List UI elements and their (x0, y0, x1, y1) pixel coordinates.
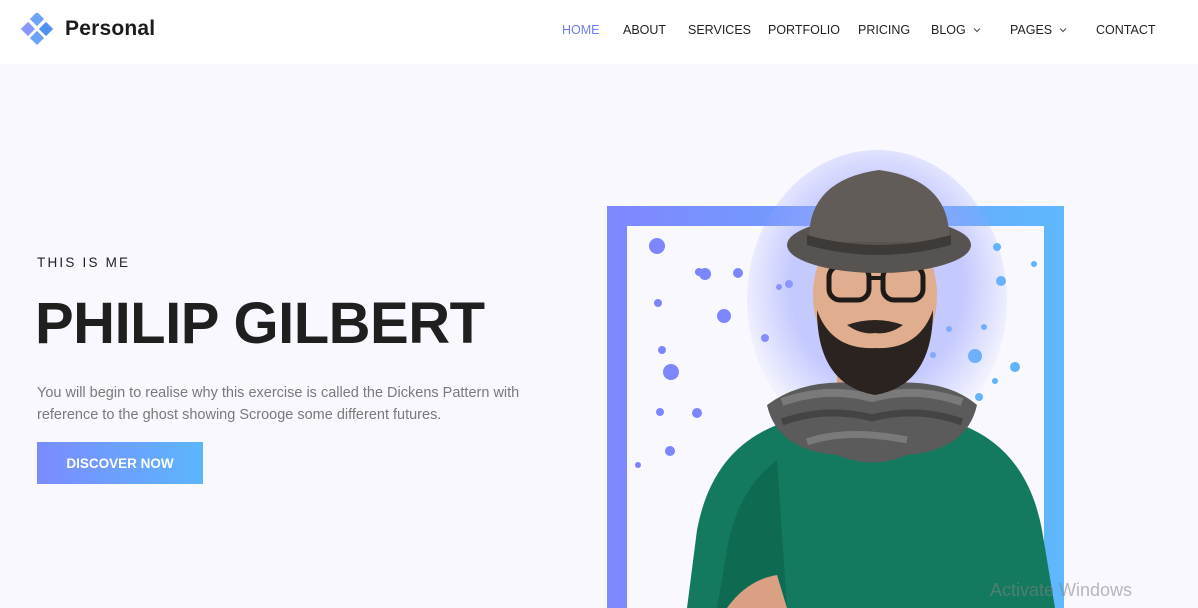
chevron-down-icon (1059, 28, 1067, 33)
portrait-image (687, 150, 1055, 608)
activate-windows-watermark: Activate Windows (990, 580, 1133, 600)
nav-item-portfolio[interactable]: PORTFOLIO (768, 23, 840, 37)
hero-title: PHILIP GILBERT (35, 291, 485, 356)
nav-item-pricing[interactable]: PRICING (858, 23, 910, 37)
nav-item-blog-label: BLOG (931, 23, 966, 37)
hero-description: You will begin to realise why this exerc… (37, 385, 520, 423)
hero-eyebrow: THIS IS ME (37, 255, 131, 270)
nav-item-home[interactable]: HOME (562, 23, 600, 37)
nav-item-contact[interactable]: CONTACT (1096, 23, 1156, 37)
nav-item-pages[interactable]: PAGES (1010, 23, 1067, 37)
main-nav: HOME ABOUT SERVICES PORTFOLIO PRICING BL… (0, 23, 1198, 43)
discover-now-button[interactable]: DISCOVER NOW (37, 442, 203, 484)
nav-item-services[interactable]: SERVICES (688, 23, 751, 37)
nav-item-about[interactable]: ABOUT (623, 23, 666, 37)
nav-item-blog[interactable]: BLOG (931, 23, 981, 37)
nav-item-pages-label: PAGES (1010, 23, 1053, 37)
chevron-down-icon (973, 28, 981, 33)
navbar: Personal HOME ABOUT SERVICES PORTFOLIO P… (0, 0, 1198, 64)
